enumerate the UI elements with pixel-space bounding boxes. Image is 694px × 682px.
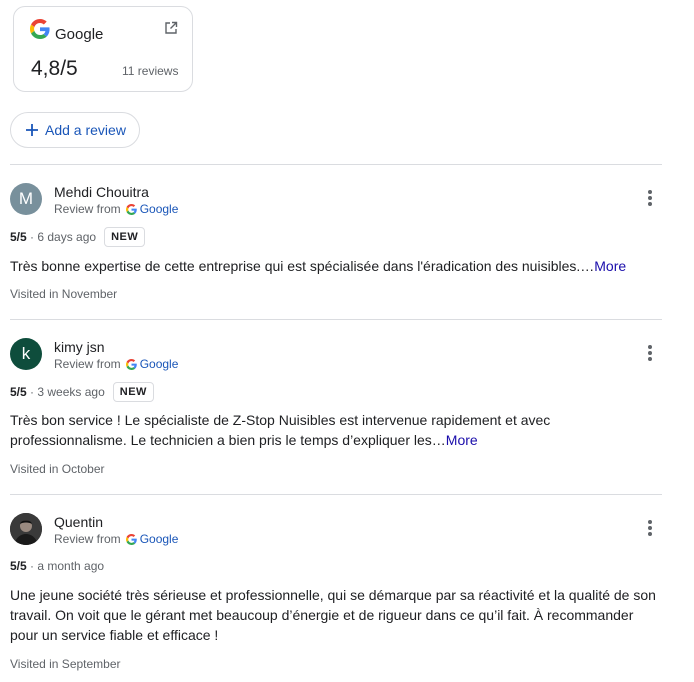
add-review-button[interactable]: Add a review (10, 112, 140, 148)
review-source-link[interactable]: Google (140, 202, 179, 216)
new-badge: NEW (112, 382, 154, 402)
review-rating: 5/5 (10, 385, 27, 399)
visited-date: Visited in September (10, 657, 121, 671)
review-rating: 5/5 (10, 230, 27, 244)
overall-rating: 4,8/5 (31, 57, 78, 80)
visited-date: Visited in November (10, 287, 118, 301)
review-from-label: Review from (54, 202, 121, 216)
add-review-label: Add a review (45, 122, 126, 138)
more-options-icon[interactable] (646, 345, 654, 363)
google-logo-icon (125, 358, 137, 370)
more-options-icon[interactable] (646, 190, 654, 208)
review-item: Quentin Review from Google 5/5 · a month… (10, 513, 662, 678)
review-item: k kimy jsn Review from Google 5/5 · 3 we… (10, 338, 662, 478)
review-meta: 5/5 · 3 weeks ago NEW (10, 382, 154, 402)
visited-date: Visited in October (10, 462, 105, 476)
review-source: Review from Google (54, 357, 178, 371)
review-source: Review from Google (54, 532, 178, 546)
review-source-link[interactable]: Google (140, 357, 179, 371)
review-body: Très bonne expertise de cette entreprise… (10, 258, 595, 274)
avatar[interactable] (10, 513, 42, 545)
review-text: Très bonne expertise de cette entreprise… (10, 256, 662, 276)
more-link[interactable]: More (446, 432, 478, 448)
review-from-label: Review from (54, 532, 121, 546)
reviewer-name[interactable]: Mehdi Chouitra (54, 184, 149, 200)
review-source-link[interactable]: Google (140, 532, 179, 546)
review-age: · 6 days ago (30, 230, 97, 244)
review-item: M Mehdi Chouitra Review from Google 5/5 … (10, 183, 662, 303)
google-logo-icon (125, 533, 137, 545)
review-from-label: Review from (54, 357, 121, 371)
more-link[interactable]: More (594, 258, 626, 274)
divider (10, 319, 662, 320)
avatar[interactable]: M (10, 183, 42, 215)
review-age: · 3 weeks ago (30, 385, 105, 399)
user-photo-icon (10, 513, 42, 545)
rating-summary-card: Google 4,8/5 11 reviews (13, 6, 193, 92)
review-age: · a month ago (30, 559, 105, 573)
open-external-icon[interactable] (164, 21, 178, 35)
reviewer-name[interactable]: Quentin (54, 514, 103, 530)
review-rating: 5/5 (10, 559, 27, 573)
review-text: Très bon service ! Le spécialiste de Z-S… (10, 410, 570, 450)
provider-name: Google (55, 26, 104, 43)
review-source: Review from Google (54, 202, 178, 216)
google-logo-icon (125, 203, 137, 215)
avatar[interactable]: k (10, 338, 42, 370)
google-logo-icon (30, 19, 50, 39)
plus-icon (26, 124, 38, 136)
reviewer-name[interactable]: kimy jsn (54, 339, 105, 355)
review-meta: 5/5 · 6 days ago NEW (10, 227, 146, 247)
new-badge: NEW (104, 227, 146, 247)
review-meta: 5/5 · a month ago (10, 559, 104, 573)
divider (10, 164, 662, 165)
divider (10, 494, 662, 495)
review-text: Une jeune société très sérieuse et profe… (10, 587, 656, 643)
more-options-icon[interactable] (646, 520, 654, 538)
review-count: 11 reviews (122, 64, 179, 78)
